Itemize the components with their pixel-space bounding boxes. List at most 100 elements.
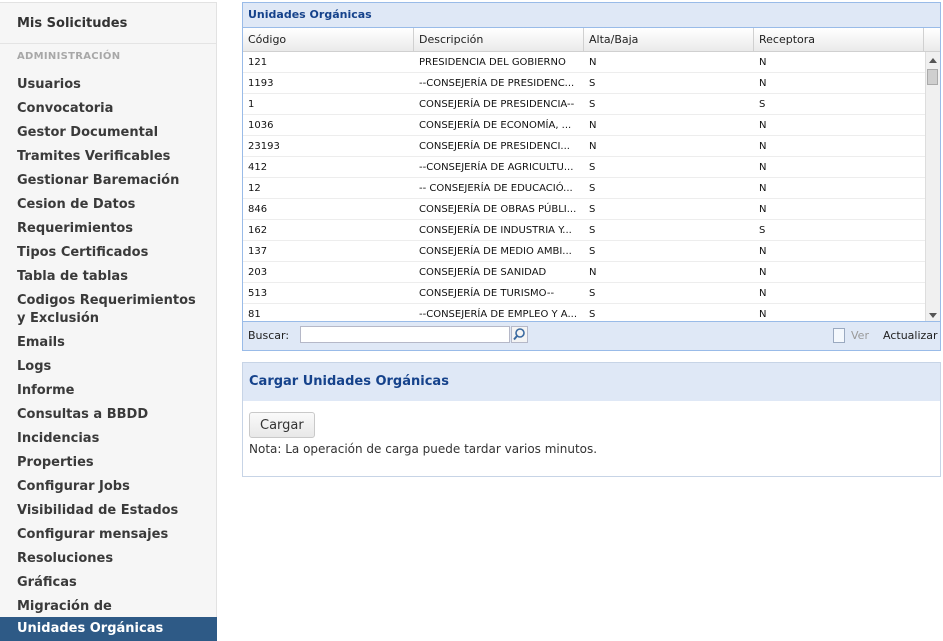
document-icon <box>833 328 845 343</box>
grid-header: Código Descripción Alta/Baja Receptora <box>243 28 940 52</box>
table-row[interactable]: 162 CONSEJERÍA DE INDUSTRIA Y... S S <box>243 220 925 241</box>
cell-alta-baja: S <box>589 183 596 194</box>
cell-receptora: N <box>759 309 767 320</box>
sidebar-item[interactable]: Resoluciones <box>17 550 202 568</box>
cell-descripcion: CONSEJERÍA DE INDUSTRIA Y... <box>419 225 572 236</box>
sidebar-item[interactable]: Consultas a BBDD <box>17 406 202 424</box>
table-row[interactable]: 412 --CONSEJERÍA DE AGRICULTU... S N <box>243 157 925 178</box>
grid-body: 121 PRESIDENCIA DEL GOBIERNO N N 1193 --CONSE… <box>243 52 925 322</box>
cell-descripcion: CONSEJERÍA DE PRESIDENCIA-- <box>419 99 575 110</box>
sidebar-item[interactable]: Configurar mensajes <box>17 526 202 544</box>
sidebar-item[interactable]: Convocatoria <box>17 100 202 118</box>
cell-codigo: 203 <box>248 267 268 278</box>
refresh-button[interactable]: Actualizar <box>883 329 938 342</box>
grid-title: Unidades Orgánicas <box>243 3 940 28</box>
sidebar-item[interactable]: Configurar Jobs <box>17 478 202 496</box>
table-row[interactable]: 1193 --CONSEJERÍA DE PRESIDENC... S N <box>243 73 925 94</box>
table-row[interactable]: 203 CONSEJERÍA DE SANIDAD N N <box>243 262 925 283</box>
sidebar-item[interactable]: Requerimientos <box>17 220 202 238</box>
table-row[interactable]: 121 PRESIDENCIA DEL GOBIERNO N N <box>243 52 925 73</box>
table-row[interactable]: 23193 CONSEJERÍA DE PRESIDENCI... N N <box>243 136 925 157</box>
cell-alta-baja: S <box>589 204 596 215</box>
view-button[interactable]: Ver <box>851 329 869 342</box>
cell-alta-baja: S <box>589 309 596 320</box>
cell-descripcion: CONSEJERÍA DE TURISMO-- <box>419 288 555 299</box>
table-row[interactable]: 12 -- CONSEJERÍA DE EDUCACIÓ... S N <box>243 178 925 199</box>
column-header-receptora[interactable]: Receptora <box>754 28 924 51</box>
sidebar-section-heading: ADMINISTRACIÓN <box>17 51 121 62</box>
cell-descripcion: -- CONSEJERÍA DE EDUCACIÓ... <box>419 183 573 194</box>
cell-alta-baja: S <box>589 78 596 89</box>
cell-receptora: N <box>759 246 767 257</box>
sidebar-item[interactable]: Properties <box>17 454 202 472</box>
sidebar-item[interactable]: Visibilidad de Estados <box>17 502 202 520</box>
cell-descripcion: --CONSEJERÍA DE AGRICULTU... <box>419 162 574 173</box>
cell-descripcion: CONSEJERÍA DE SANIDAD <box>419 267 547 278</box>
cell-descripcion: CONSEJERÍA DE PRESIDENCI... <box>419 141 570 152</box>
cell-alta-baja: S <box>589 288 596 299</box>
table-row[interactable]: 1036 CONSEJERÍA DE ECONOMÍA, ... N N <box>243 115 925 136</box>
sidebar-item[interactable]: Usuarios <box>17 76 202 94</box>
grid-toolbar: Buscar: Ver Actualizar <box>243 321 940 350</box>
grid-scrollbar[interactable] <box>925 52 940 322</box>
cell-descripcion: --CONSEJERÍA DE PRESIDENC... <box>419 78 575 89</box>
sidebar-item[interactable]: Unidades Orgánicas <box>0 617 217 641</box>
table-row[interactable]: 137 CONSEJERÍA DE MEDIO AMBI... S N <box>243 241 925 262</box>
sidebar-item-mis-solicitudes[interactable]: Mis Solicitudes <box>17 16 127 31</box>
sidebar-item[interactable]: Tabla de tablas <box>17 268 202 286</box>
table-row[interactable]: 846 CONSEJERÍA DE OBRAS PÚBLI... S N <box>243 199 925 220</box>
cell-codigo: 162 <box>248 225 268 236</box>
cargar-note: Nota: La operación de carga puede tardar… <box>249 442 598 456</box>
scroll-down-icon[interactable] <box>929 313 937 318</box>
cell-receptora: N <box>759 162 767 173</box>
search-input[interactable] <box>300 326 510 343</box>
column-header-descripcion[interactable]: Descripción <box>414 28 584 51</box>
sidebar-item[interactable]: Codigos Requerimientos y Exclusión <box>17 292 202 328</box>
cell-receptora: S <box>759 99 766 110</box>
cell-codigo: 412 <box>248 162 268 173</box>
cell-codigo: 1 <box>248 99 255 110</box>
cell-descripcion: CONSEJERÍA DE MEDIO AMBI... <box>419 246 572 257</box>
cell-receptora: N <box>759 141 767 152</box>
sidebar-item[interactable]: Gráficas <box>17 574 202 592</box>
scroll-up-icon[interactable] <box>929 58 937 63</box>
sidebar-item[interactable]: Tramites Verificables <box>17 148 202 166</box>
sidebar-item[interactable]: Emails <box>17 334 202 352</box>
table-row[interactable]: 81 --CONSEJERÍA DE EMPLEO Y A... S N <box>243 304 925 322</box>
cell-receptora: N <box>759 267 767 278</box>
sidebar-item[interactable]: Informe <box>17 382 202 400</box>
cell-alta-baja: S <box>589 246 596 257</box>
sidebar-item[interactable]: Incidencias <box>17 430 202 448</box>
cell-descripcion: PRESIDENCIA DEL GOBIERNO <box>419 57 566 68</box>
column-header-alta-baja[interactable]: Alta/Baja <box>584 28 754 51</box>
sidebar: Mis Solicitudes ADMINISTRACIÓN Usuarios C… <box>0 2 217 641</box>
sidebar-item[interactable]: Logs <box>17 358 202 376</box>
cell-codigo: 513 <box>248 288 268 299</box>
cell-receptora: N <box>759 288 767 299</box>
unidades-organicas-grid: Unidades Orgánicas Código Descripción Al… <box>242 2 941 351</box>
cell-alta-baja: N <box>589 141 597 152</box>
cell-descripcion: --CONSEJERÍA DE EMPLEO Y A... <box>419 309 578 320</box>
cell-codigo: 23193 <box>248 141 280 152</box>
cargar-panel: Cargar Unidades Orgánicas Cargar Nota: L… <box>242 362 941 477</box>
sidebar-item[interactable]: Tipos Certificados <box>17 244 202 262</box>
cell-codigo: 137 <box>248 246 268 257</box>
sidebar-item[interactable]: Gestor Documental <box>17 124 202 142</box>
scroll-thumb[interactable] <box>927 69 938 85</box>
cell-alta-baja: N <box>589 267 597 278</box>
cell-codigo: 846 <box>248 204 268 215</box>
table-row[interactable]: 1 CONSEJERÍA DE PRESIDENCIA-- S S <box>243 94 925 115</box>
column-header-codigo[interactable]: Código <box>243 28 414 51</box>
cell-receptora: N <box>759 78 767 89</box>
cargar-button[interactable]: Cargar <box>249 412 315 438</box>
cell-alta-baja: S <box>589 99 596 110</box>
cell-receptora: S <box>759 225 766 236</box>
sidebar-item[interactable]: Gestionar Baremación <box>17 172 202 190</box>
cell-receptora: N <box>759 183 767 194</box>
table-row[interactable]: 513 CONSEJERÍA DE TURISMO-- S N <box>243 283 925 304</box>
sidebar-item[interactable]: Cesion de Datos <box>17 196 202 214</box>
cell-descripcion: CONSEJERÍA DE ECONOMÍA, ... <box>419 120 572 131</box>
search-button[interactable] <box>511 326 528 343</box>
cell-receptora: N <box>759 204 767 215</box>
cell-alta-baja: S <box>589 225 596 236</box>
